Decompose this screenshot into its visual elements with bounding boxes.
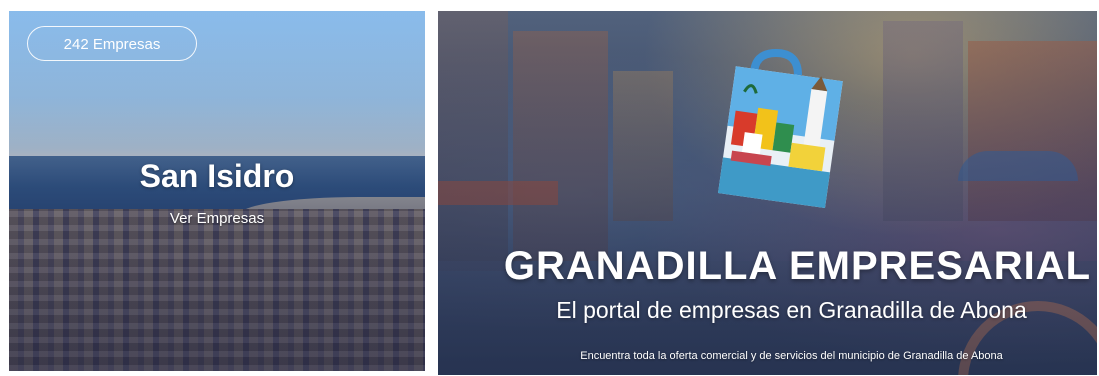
banner-description: Encuentra toda la oferta comercial y de …	[580, 350, 1003, 362]
municipality-card-san-isidro[interactable]: 242 Empresas San Isidro Ver Empresas	[9, 11, 425, 371]
shopping-bag-logo	[718, 48, 843, 209]
municipality-title: San Isidro	[139, 158, 295, 194]
hero-banner: GRANADILLA EMPRESARIAL El portal de empr…	[438, 11, 1097, 375]
business-count-badge: 242 Empresas	[27, 26, 197, 61]
banner-subtitle: El portal de empresas en Granadilla de A…	[556, 297, 1027, 323]
banner-title: GRANADILLA EMPRESARIAL	[503, 244, 1092, 288]
view-businesses-link[interactable]: Ver Empresas	[9, 210, 425, 227]
